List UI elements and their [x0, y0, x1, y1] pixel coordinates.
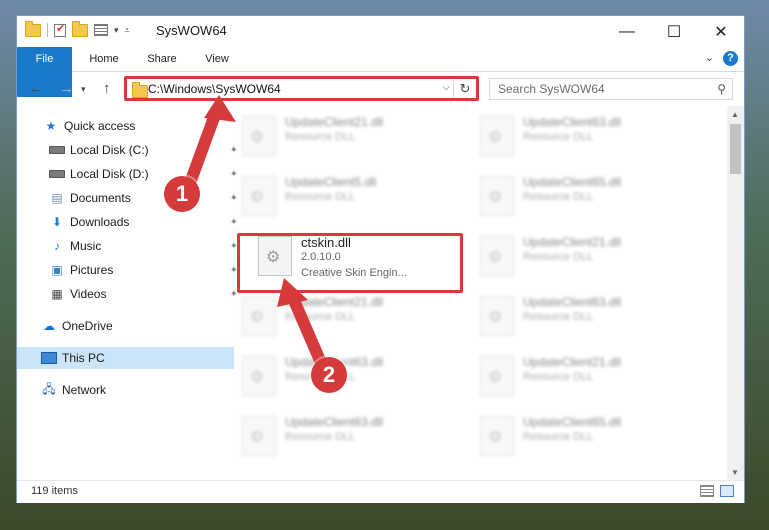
arrow-to-address-bar [184, 95, 236, 189]
callout-badge-2: 2 [311, 357, 347, 393]
arrow-to-ctskin-file [277, 278, 328, 371]
callout-badge-1: 1 [164, 176, 200, 212]
callout-arrows [184, 95, 328, 371]
